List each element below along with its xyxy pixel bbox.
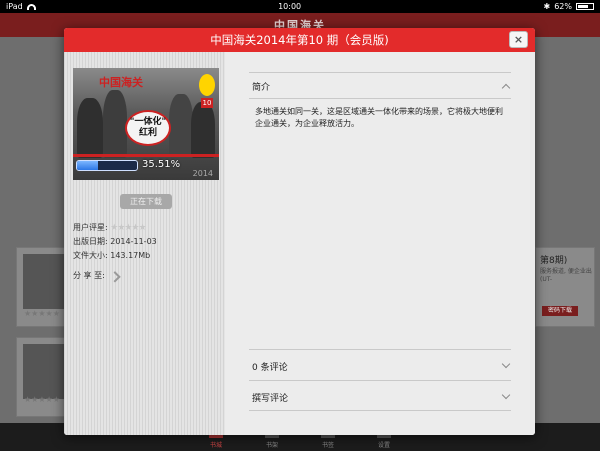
chevron-up-icon[interactable] xyxy=(501,83,511,93)
modal-header: 中国海关2014年第10 期（会员版) × xyxy=(64,28,535,52)
download-progress-label: 35.51% xyxy=(142,159,181,170)
file-size-row: 文件大小: 143.17Mb xyxy=(73,250,150,261)
write-comment-title: 撰写评论 xyxy=(252,394,289,404)
cover-masthead: 中国海关 xyxy=(99,76,143,89)
bg-card-text: 服务报道, 便企业出 (UT- xyxy=(540,268,592,283)
status-bar: iPad 10:00 ✱ 62% xyxy=(0,0,600,13)
divider xyxy=(249,98,511,99)
cover-headline-circle: "一体化" 红利 xyxy=(125,110,171,146)
password-download-button[interactable]: 密码下载 xyxy=(542,306,578,316)
download-progress-fill xyxy=(77,161,99,170)
divider xyxy=(249,410,511,411)
magazine-info-panel: 中国海关 10 "一体化" 红利 35.51% 2014 正在下载 用户评星: … xyxy=(64,52,225,435)
comments-title: 0 条评论 xyxy=(252,363,288,373)
publish-date-value: 2014-11-03 xyxy=(110,237,157,246)
file-size-label: 文件大小: xyxy=(73,251,108,260)
bg-magazine-cover xyxy=(23,254,65,309)
cover-headline-line2: 红利 xyxy=(138,128,157,138)
bluetooth-icon: ✱ xyxy=(543,2,551,11)
bg-magazine-card[interactable] xyxy=(16,337,71,417)
magazine-detail-modal: 中国海关2014年第10 期（会员版) × 中国海关 10 "一体化" 红利 3… xyxy=(64,28,535,435)
battery-icon xyxy=(576,3,594,10)
cover-figure xyxy=(169,94,193,158)
publish-date-label: 出版日期: xyxy=(73,237,108,246)
close-button[interactable]: × xyxy=(509,31,528,48)
close-icon: × xyxy=(513,33,524,46)
divider xyxy=(249,72,511,73)
chevron-down-icon[interactable] xyxy=(501,390,511,400)
share-label: 分 享 至: xyxy=(73,271,105,280)
rating-stars[interactable]: ★★★★★ xyxy=(110,223,146,233)
divider xyxy=(249,380,511,381)
cover-issue-number: 10 xyxy=(201,98,213,108)
modal-title: 中国海关2014年第10 期（会员版) xyxy=(210,33,389,47)
bg-card-title: 第8期) xyxy=(540,256,568,266)
intro-text: 多地通关如同一关，这是区域通关一体化带来的场景，它将极大地便利企业通关，为企业释… xyxy=(255,107,503,128)
share-row: 分 享 至: xyxy=(73,270,121,283)
status-time: 10:00 xyxy=(278,2,302,11)
cover-headline-line1: "一体化" xyxy=(129,117,167,127)
downloading-button[interactable]: 正在下载 xyxy=(120,194,172,209)
share-icon[interactable] xyxy=(109,271,121,283)
device-name: iPad xyxy=(6,2,23,11)
download-progress-bar xyxy=(76,160,138,171)
divider xyxy=(249,349,511,350)
cover-badge xyxy=(199,74,215,96)
cover-year: 2014 xyxy=(192,169,213,178)
cover-figure xyxy=(103,90,127,158)
cover-red-stripe xyxy=(73,154,219,157)
file-size-value: 143.17Mb xyxy=(110,251,151,260)
bg-magazine-cover xyxy=(23,344,65,399)
cover-figure xyxy=(77,98,103,158)
rating-label: 用户评星: xyxy=(73,223,108,232)
bg-stars: ★★★★★ xyxy=(24,309,60,318)
rating-row: 用户评星: ★★★★★ xyxy=(73,222,147,233)
intro-title: 简介 xyxy=(252,83,271,93)
bg-stars: ★★★★★ xyxy=(24,395,60,404)
cover-figure xyxy=(191,102,215,158)
battery-percent: 62% xyxy=(554,2,572,11)
magazine-detail-panel: 简介 多地通关如同一关，这是区域通关一体化带来的场景，它将极大地便利企业通关，为… xyxy=(225,52,535,435)
chevron-down-icon[interactable] xyxy=(501,359,511,369)
magazine-cover[interactable]: 中国海关 10 "一体化" 红利 35.51% 2014 xyxy=(73,68,219,180)
publish-date-row: 出版日期: 2014-11-03 xyxy=(73,236,157,247)
wifi-icon xyxy=(26,3,36,10)
